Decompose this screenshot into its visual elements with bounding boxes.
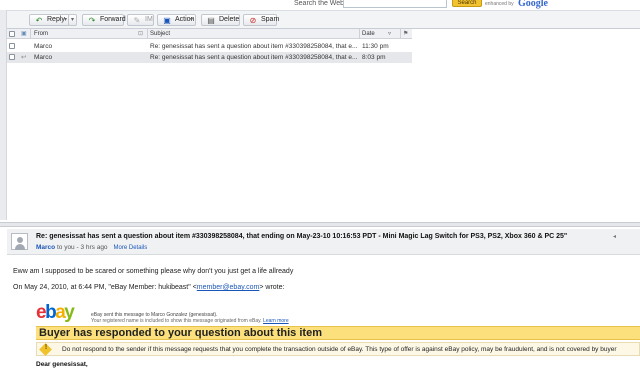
sender-name[interactable]: Marco xyxy=(36,244,55,251)
subject-column-header[interactable]: Subject xyxy=(150,29,170,39)
row-checkbox[interactable] xyxy=(9,54,15,60)
enhanced-by-label: enhanced by xyxy=(485,1,514,7)
im-icon: ✎ xyxy=(133,16,141,25)
collapse-icon[interactable]: ◂ xyxy=(613,233,616,240)
reply-label: Reply xyxy=(47,16,65,23)
message-row[interactable]: Marco Re: genesissat has sent a question… xyxy=(7,41,412,52)
action-icon: ▣ xyxy=(163,16,171,25)
search-label: Search the Web xyxy=(294,0,345,7)
row-subject: Re: genesissat has sent a question about… xyxy=(150,43,357,50)
ebay-registered-notice: Your registered name is included to show… xyxy=(91,318,289,324)
forward-label: Forward xyxy=(100,16,126,23)
spam-label: Spam xyxy=(261,16,280,23)
web-search-bar: Search the Web Search enhanced by Google xyxy=(0,0,640,10)
delete-button[interactable]: ▤ Delete xyxy=(201,14,240,26)
row-subject: Re: genesissat has sent a question about… xyxy=(150,54,357,61)
learn-more-link[interactable]: Learn more xyxy=(263,318,289,324)
left-panel-edge xyxy=(0,10,7,220)
row-from: Marco xyxy=(34,54,53,61)
quote-attribution: On May 24, 2010, at 6:44 PM, "eBay Membe… xyxy=(13,284,284,291)
date-column-header[interactable]: Date xyxy=(362,29,375,39)
ebay-quoted-message: ebay eBay sent this message to Marco Gon… xyxy=(36,303,640,372)
search-input[interactable] xyxy=(343,0,447,8)
ebay-logo: ebay xyxy=(36,303,75,323)
forward-button[interactable]: ↷ Forward xyxy=(82,14,126,26)
warning-text: Do not respond to the sender if this mes… xyxy=(62,346,617,353)
message-header: Re: genesissat has sent a question about… xyxy=(7,229,640,255)
message-subject: Re: genesissat has sent a question about… xyxy=(36,233,568,240)
buyer-responded-banner: Buyer has responded to your question abo… xyxy=(36,326,640,340)
google-logo: Google xyxy=(518,0,548,9)
registered-text: Your registered name is included to show… xyxy=(91,318,264,324)
pane-splitter[interactable] xyxy=(0,222,640,227)
mail-toolbar: ↶ Reply ▾ ▾ ↷ Forward ✎ IM ▣ Action ▾ ▤ … xyxy=(0,10,640,29)
message-meta: Marco to you - 3 hrs ago More Details xyxy=(36,244,147,251)
quote-suffix: > wrote: xyxy=(259,284,285,291)
warning-box: ! Do not respond to the sender if this m… xyxy=(36,342,640,356)
reply-dropdown[interactable]: ▾ xyxy=(68,14,77,26)
attachment-column-icon: ⊡ xyxy=(138,31,144,37)
action-button[interactable]: ▣ Action ▾ xyxy=(157,14,196,26)
chevron-down-icon: ▾ xyxy=(189,17,193,23)
quote-prefix: On May 24, 2010, at 6:44 PM, "eBay Membe… xyxy=(13,284,197,291)
read-status-icon: ▣ xyxy=(21,31,27,37)
sort-arrow-icon: ▿ xyxy=(388,31,392,37)
reply-button[interactable]: ↶ Reply ▾ xyxy=(29,14,70,26)
message-line: Eww am I supposed to be scared or someth… xyxy=(13,268,294,275)
avatar xyxy=(11,233,28,250)
reply-icon: ↶ xyxy=(35,16,43,25)
message-row-selected[interactable]: ↩ Marco Re: genesissat has sent a questi… xyxy=(7,52,412,63)
row-date: 11:30 pm xyxy=(362,43,389,50)
delete-label: Delete xyxy=(219,16,240,23)
greeting: Dear genesissat, xyxy=(36,361,88,368)
flag-column-icon: ⚑ xyxy=(403,31,409,37)
trash-icon: ▤ xyxy=(207,16,215,25)
more-details-link[interactable]: More Details xyxy=(114,245,148,251)
select-all-checkbox[interactable] xyxy=(9,31,15,37)
forward-icon: ↷ xyxy=(88,16,96,25)
im-button[interactable]: ✎ IM xyxy=(127,14,154,26)
member-email-link[interactable]: member@ebay.com xyxy=(197,284,260,291)
chevron-down-icon: ▾ xyxy=(63,17,67,23)
row-from: Marco xyxy=(34,43,53,50)
spam-button[interactable]: ⊘ Spam xyxy=(243,14,280,26)
message-list-header: ▣ From ⊡ Subject Date ▿ ⚑ xyxy=(7,29,412,39)
search-button[interactable]: Search xyxy=(452,0,482,7)
no-entry-icon: ⊘ xyxy=(249,16,257,25)
row-date: 8:03 pm xyxy=(362,54,386,61)
recipient-time: to you - 3 hrs ago xyxy=(55,244,108,251)
from-column-header[interactable]: From xyxy=(34,29,48,39)
replied-icon: ↩ xyxy=(21,54,27,61)
im-label: IM xyxy=(145,16,153,23)
row-checkbox[interactable] xyxy=(9,43,15,49)
